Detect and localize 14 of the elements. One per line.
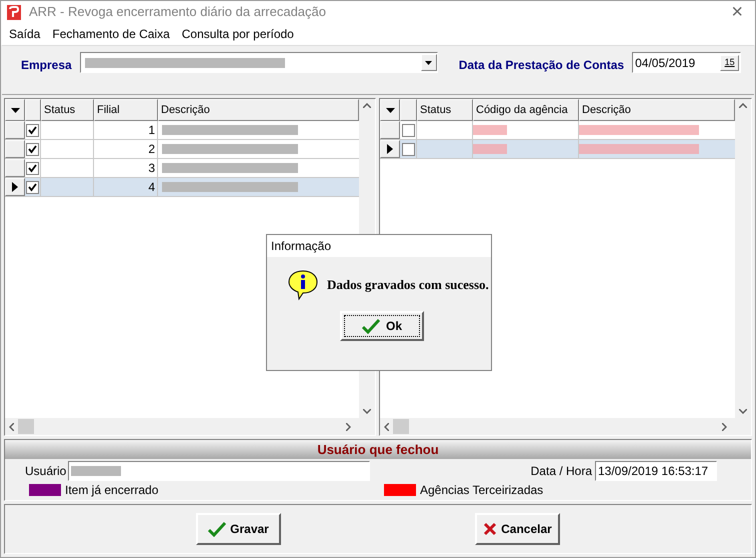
user-label: Usuário [25, 462, 66, 480]
company-label: Empresa [21, 57, 72, 74]
table-cell-text: 4 [148, 179, 155, 196]
dialog-message: Dados gravados com sucesso. [327, 276, 489, 294]
table-cell-text: 1 [148, 122, 155, 139]
legend-label: Agências Terceirizadas [420, 482, 544, 499]
section-title: Usuário que fechou [317, 440, 439, 459]
date-label: Data da Prestação de Contas [458, 57, 624, 74]
window-title: ARR - Revoga encerramento diário da arrecadação [29, 3, 327, 22]
table-cell-text: 2 [148, 141, 155, 158]
datetime-label: Data / Hora [530, 462, 592, 480]
table-cell-text: 3 [148, 160, 155, 177]
legend-label: Item já encerrado [65, 482, 158, 499]
dialog-title: Informação [271, 238, 332, 255]
